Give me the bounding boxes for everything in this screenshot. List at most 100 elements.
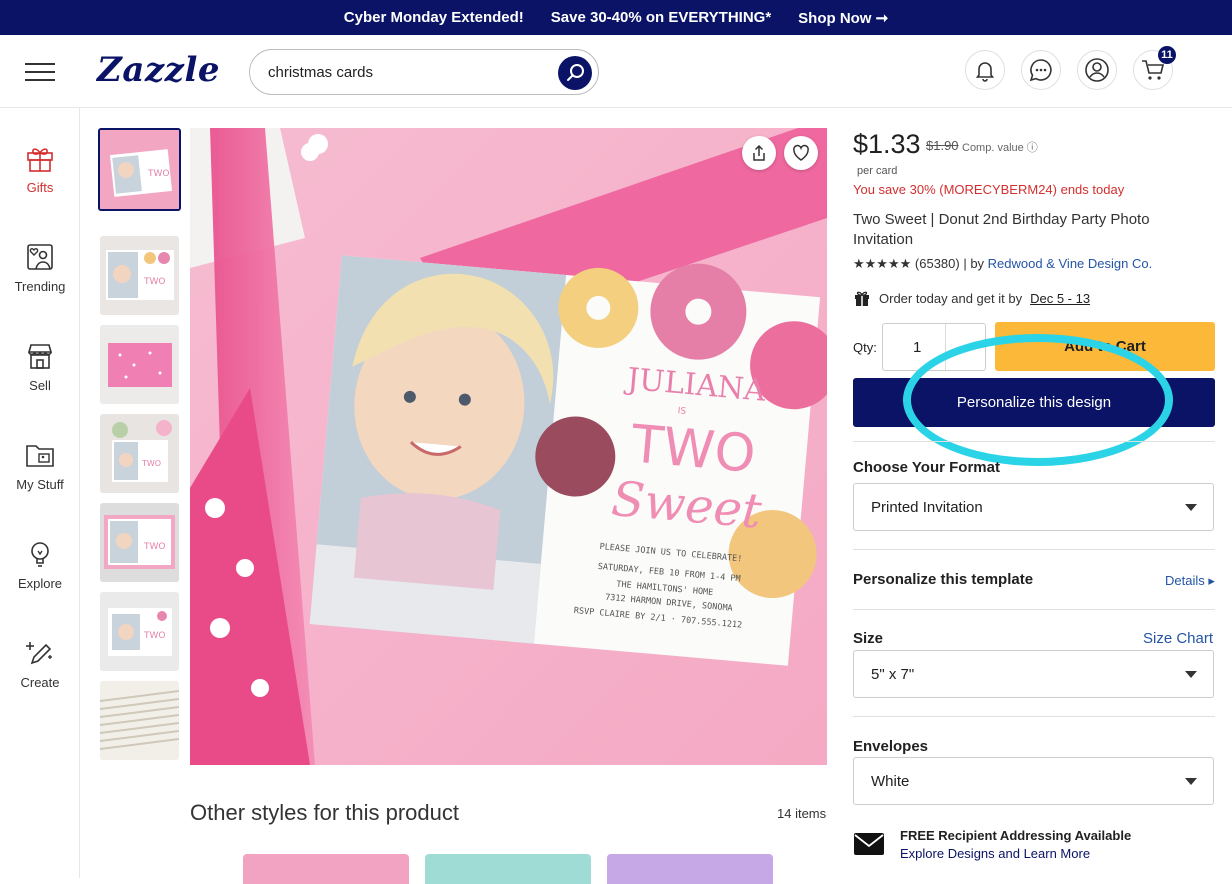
size-chart-link[interactable]: Size Chart	[1143, 630, 1213, 647]
header: Zazzle christmas cards 11	[0, 35, 1232, 108]
account-button[interactable]	[1077, 50, 1117, 90]
gift-box-icon	[855, 291, 869, 306]
thumbnail-image	[100, 681, 179, 760]
create-pencil-icon	[26, 642, 52, 665]
card-is-text: IS	[677, 406, 686, 417]
thumbnail-4[interactable]: TWO	[100, 414, 179, 493]
hamburger-menu-icon[interactable]	[25, 63, 55, 81]
thumbnail-5[interactable]: TWO	[100, 503, 179, 582]
sidebar-item-sell[interactable]: Sell	[0, 340, 80, 393]
sidebar-item-explore[interactable]: Explore	[0, 538, 80, 591]
format-select-value: Printed Invitation	[871, 499, 983, 516]
svg-text:TWO: TWO	[147, 169, 169, 179]
review-count[interactable]: (65380) | by	[915, 256, 984, 271]
main-product-image: JULIANA IS TWO Sweet PLEASE JOIN US TO C…	[190, 128, 827, 765]
size-select-value: 5" x 7"	[871, 666, 915, 683]
product-photo: JULIANA IS TWO Sweet PLEASE JOIN US TO C…	[190, 128, 827, 765]
thumbnail-6[interactable]: TWO	[100, 592, 179, 671]
search-icon	[567, 64, 584, 81]
thumbnail-7[interactable]	[100, 681, 179, 760]
other-styles-count: 14 items	[777, 806, 827, 821]
envelope-icon	[854, 833, 884, 855]
rating-row: ★★★★★ (65380) | by Redwood & Vine Design…	[853, 256, 1152, 272]
order-text: Order today and get it by	[879, 290, 1023, 306]
personalize-template-label: Personalize this template	[853, 571, 1034, 588]
user-icon	[1085, 58, 1109, 82]
favorite-button[interactable]	[784, 136, 818, 170]
envelopes-select-value: White	[871, 773, 910, 790]
envelopes-label: Envelopes	[853, 738, 929, 755]
style-option-purple[interactable]	[607, 854, 773, 884]
store-icon	[27, 344, 53, 369]
thumbnail-image	[100, 325, 179, 404]
comp-value-label[interactable]: Comp. value ⓘ	[962, 139, 1038, 155]
search-bar[interactable]: christmas cards	[249, 49, 599, 95]
notifications-button[interactable]	[965, 50, 1005, 90]
promo-text-cyber: Cyber Monday Extended!	[343, 9, 524, 26]
savings-message: You save 30% (MORECYBERM24) ends today	[853, 182, 1125, 197]
addressing-learn-more-link[interactable]: Explore Designs and Learn More	[900, 846, 1090, 861]
style-option-pink[interactable]	[243, 854, 409, 884]
size-select[interactable]: 5" x 7"	[853, 650, 1214, 698]
sidebar-item-label: Create	[20, 675, 60, 690]
promo-text-save: Save 30-40% on EVERYTHING*	[550, 9, 772, 26]
delivery-estimate: Order today and get it by Dec 5 - 13	[853, 289, 1090, 307]
thumbnail-3[interactable]	[100, 325, 179, 404]
delivery-date-link[interactable]: Dec 5 - 13	[1030, 291, 1090, 306]
bell-icon	[975, 62, 995, 82]
sidebar-item-trending[interactable]: Trending	[0, 241, 80, 294]
sidebar-item-label: Sell	[29, 378, 51, 393]
left-sidebar: Gifts Trending Sell My Stuff Explore Cre…	[0, 108, 80, 878]
thumbnail-1[interactable]: TWO	[98, 128, 181, 211]
thumbnail-image: TWO	[100, 130, 179, 209]
sidebar-item-label: Gifts	[26, 180, 54, 195]
sidebar-item-label: Explore	[17, 576, 63, 591]
size-label: Size	[853, 630, 884, 647]
promo-bar: Cyber Monday Extended! Save 30-40% on EV…	[0, 0, 1232, 35]
messages-button[interactable]	[1021, 50, 1061, 90]
share-icon	[753, 144, 765, 161]
heart-icon	[793, 144, 809, 161]
envelopes-select[interactable]: White	[853, 757, 1214, 805]
cart-button[interactable]: 11	[1133, 46, 1176, 90]
thumbnail-image: TWO	[100, 414, 179, 493]
star-rating[interactable]: ★★★★★	[853, 256, 911, 271]
sidebar-item-label: Trending	[14, 279, 66, 294]
svg-text:TWO: TWO	[143, 542, 165, 552]
svg-text:TWO: TWO	[141, 459, 161, 468]
format-label: Choose Your Format	[853, 459, 1000, 476]
share-button[interactable]	[742, 136, 776, 170]
thumbnail-image: TWO	[100, 592, 179, 671]
search-input[interactable]: christmas cards	[268, 64, 373, 81]
sidebar-item-create[interactable]: Create	[0, 637, 80, 690]
gift-icon	[27, 148, 53, 172]
search-button[interactable]	[558, 56, 592, 90]
svg-text:TWO: TWO	[143, 277, 165, 287]
trending-photo-icon	[27, 244, 53, 270]
other-styles-heading: Other styles for this product	[190, 800, 459, 825]
thumbnail-image: TWO	[100, 503, 179, 582]
product-title: Two Sweet | Donut 2nd Birthday Party Pho…	[853, 211, 1150, 248]
lightbulb-icon	[31, 542, 49, 567]
sidebar-item-label: My Stuff	[16, 477, 64, 492]
style-option-teal[interactable]	[425, 854, 591, 884]
quantity-label: Qty:	[853, 340, 877, 355]
format-select[interactable]: Printed Invitation	[853, 483, 1214, 531]
original-price: $1.90	[926, 138, 959, 153]
svg-text:TWO: TWO	[143, 631, 165, 641]
per-card-label: per card	[857, 165, 898, 177]
folder-icon	[26, 445, 54, 467]
details-link[interactable]: Details ▸	[1165, 573, 1215, 589]
chat-icon	[1029, 59, 1052, 82]
quantity-value[interactable]: 1	[913, 339, 921, 356]
thumbnail-image: TWO	[100, 236, 179, 315]
zazzle-logo[interactable]: Zazzle	[97, 50, 220, 90]
chevron-down-icon	[1185, 778, 1197, 785]
promo-shop-now-link[interactable]: Shop Now ➞	[798, 9, 888, 27]
sidebar-item-my-stuff[interactable]: My Stuff	[0, 439, 80, 492]
thumbnail-2[interactable]: TWO	[100, 236, 179, 315]
addressing-title: FREE Recipient Addressing Available	[900, 828, 1132, 843]
designer-link[interactable]: Redwood & Vine Design Co.	[988, 256, 1153, 271]
chevron-down-icon	[1185, 671, 1197, 678]
sidebar-item-gifts[interactable]: Gifts	[0, 142, 80, 195]
